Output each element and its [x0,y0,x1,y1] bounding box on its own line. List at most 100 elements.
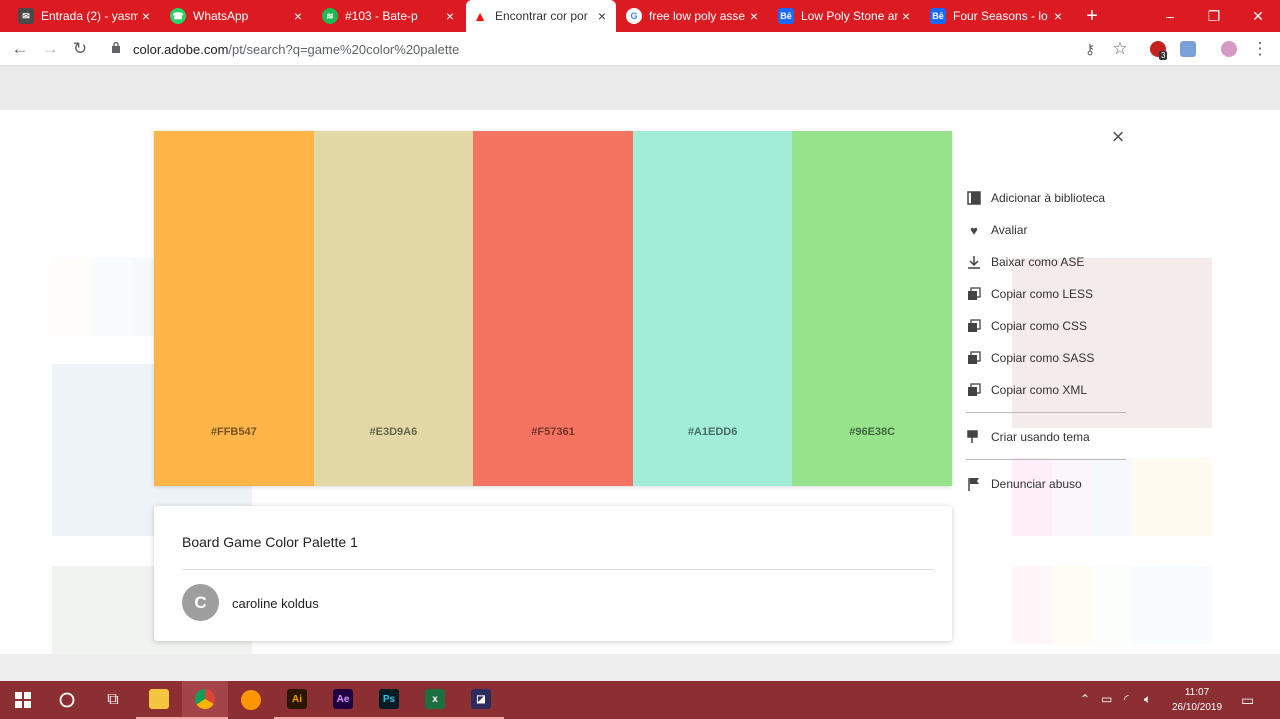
app-icon[interactable]: ◪ [458,681,504,719]
author-name[interactable]: caroline koldus [232,596,319,611]
windows-start-icon[interactable] [0,681,46,719]
tab-title: Encontrar cor por [495,9,588,23]
tab-close-icon[interactable]: × [290,8,306,24]
page-content: #FFB547 #E3D9A6 #F57361 #A1EDD6 #96E38C … [0,66,1280,681]
new-tab-button[interactable]: + [1072,0,1112,32]
adobe-icon: ▲ [472,8,488,24]
battery-icon[interactable]: ▭ [1101,692,1112,706]
browser-tab-strip: ✉ Entrada (2) - yasm × ☎ WhatsApp × ≋ #1… [0,0,1280,32]
copy-xml-button[interactable]: Copiar como XML [966,374,1136,406]
tab-close-icon[interactable]: × [442,8,458,24]
create-theme-button[interactable]: Criar usando tema [966,421,1136,453]
swatch-hex-label: #E3D9A6 [369,426,418,438]
tab-close-icon[interactable]: × [746,8,762,24]
google-icon: G [626,8,642,24]
excel-icon[interactable]: x [412,681,458,719]
menu-label: Adicionar à biblioteca [991,191,1106,205]
tab-title: WhatsApp [193,9,249,23]
download-ase-button[interactable]: Baixar como ASE [966,246,1136,278]
palette-title: Board Game Color Palette 1 [182,534,358,550]
notification-icon[interactable]: ▭ [1241,692,1254,709]
file-explorer-icon[interactable] [136,681,182,719]
palette-actions-menu: Adicionar à biblioteca ♥ Avaliar Baixar … [966,182,1136,500]
window-close-button[interactable]: ✕ [1236,0,1280,32]
copy-sass-button[interactable]: Copiar como SASS [966,342,1136,374]
menu-label: Denunciar abuso [991,477,1082,491]
swatch-5[interactable]: #96E38C [792,131,952,486]
wifi-icon[interactable]: ◜ [1124,692,1129,706]
search-circle-icon[interactable] [44,681,90,719]
swatch-hex-label: #A1EDD6 [687,426,738,438]
illustrator-icon[interactable]: Ai [274,681,320,719]
tab-close-icon[interactable]: × [594,8,610,24]
tab-title: free low poly asse [649,9,746,23]
menu-divider [966,412,1126,413]
menu-label: Avaliar [991,223,1028,237]
download-icon [966,254,982,270]
report-abuse-button[interactable]: Denunciar abuso [966,468,1136,500]
menu-divider [966,459,1126,460]
swatch-4[interactable]: #A1EDD6 [632,131,793,486]
tab-title: #103 - Bate-p [345,9,418,23]
close-modal-button[interactable]: × [1109,126,1127,148]
volume-icon[interactable]: 🔈︎ [1144,692,1151,707]
brush-icon [966,429,982,445]
windows-taskbar: ⧉ Ai Ae Ps x ◪ ⌃ ▭ ◜ 🔈︎ 11:07 26/10/2019… [0,681,1280,719]
menu-label: Copiar como SASS [991,351,1095,365]
forward-arrow-icon[interactable]: → [40,39,60,59]
firefox-icon[interactable] [228,681,274,719]
tab-close-icon[interactable]: × [898,8,914,24]
tab-title: Low Poly Stone an [801,9,898,23]
address-bar[interactable]: color.adobe.com/pt/search?q=game%20color… [107,35,1142,63]
maximize-button[interactable]: ❐ [1192,0,1236,32]
copy-icon [966,382,982,398]
swatch-3[interactable]: #F57361 [473,131,633,486]
tab-behance-stone[interactable]: Bē Low Poly Stone an × [772,0,920,32]
tab-adobe-color[interactable]: ▲ Encontrar cor por × [466,0,616,32]
tab-spotify[interactable]: ≋ #103 - Bate-p × [316,0,464,32]
chrome-icon[interactable] [182,681,228,719]
tab-google-search[interactable]: G free low poly asse × [620,0,768,32]
add-to-library-button[interactable]: Adicionar à biblioteca [966,182,1136,214]
behance-icon: Bē [778,8,794,24]
extension-icon[interactable] [1180,41,1196,57]
swatch-hex-label: #96E38C [849,426,896,438]
tab-close-icon[interactable]: × [138,8,154,24]
back-arrow-icon[interactable]: ← [10,39,30,59]
key-icon[interactable]: ⚷ [1080,39,1100,59]
tab-title: Entrada (2) - yasm [41,9,138,23]
divider [182,569,934,570]
swatch-hex-label: #F57361 [531,426,575,438]
tab-gmail[interactable]: ✉ Entrada (2) - yasm × [12,0,160,32]
rate-button[interactable]: ♥ Avaliar [966,214,1136,246]
swatch-1[interactable]: #FFB547 [154,131,314,486]
minimize-button[interactable]: – [1148,0,1192,32]
photoshop-icon[interactable]: Ps [366,681,412,719]
tab-whatsapp[interactable]: ☎ WhatsApp × [164,0,312,32]
task-view-icon[interactable]: ⧉ [90,681,136,719]
copy-less-button[interactable]: Copiar como LESS [966,278,1136,310]
profile-avatar[interactable] [1221,41,1237,57]
tray-chevron-icon[interactable]: ⌃ [1080,692,1090,706]
taskbar-clock[interactable]: 11:07 26/10/2019 [1165,685,1229,715]
menu-label: Copiar como CSS [991,319,1088,333]
menu-label: Copiar como LESS [991,287,1094,301]
bookmark-star-icon[interactable]: ☆ [1110,39,1130,59]
library-icon [966,190,982,206]
copy-css-button[interactable]: Copiar como CSS [966,310,1136,342]
spotify-icon: ≋ [322,8,338,24]
menu-label: Baixar como ASE [991,255,1085,269]
author-avatar[interactable]: C [182,584,219,621]
swatch-2[interactable]: #E3D9A6 [313,131,474,486]
tab-close-icon[interactable]: × [1050,8,1066,24]
tab-behance-seasons[interactable]: Bē Four Seasons - lo × [924,0,1072,32]
copy-icon [966,350,982,366]
url-host: color.adobe.com [133,41,229,57]
menu-label: Copiar como XML [991,383,1088,397]
palette-info-card: Board Game Color Palette 1 C caroline ko… [154,506,952,641]
browser-menu-icon[interactable]: ⋮ [1250,39,1270,59]
reload-icon[interactable]: ↻ [70,39,90,59]
after-effects-icon[interactable]: Ae [320,681,366,719]
copy-icon [966,286,982,302]
url-path: /pt/search?q=game%20color%20palette [228,41,460,57]
